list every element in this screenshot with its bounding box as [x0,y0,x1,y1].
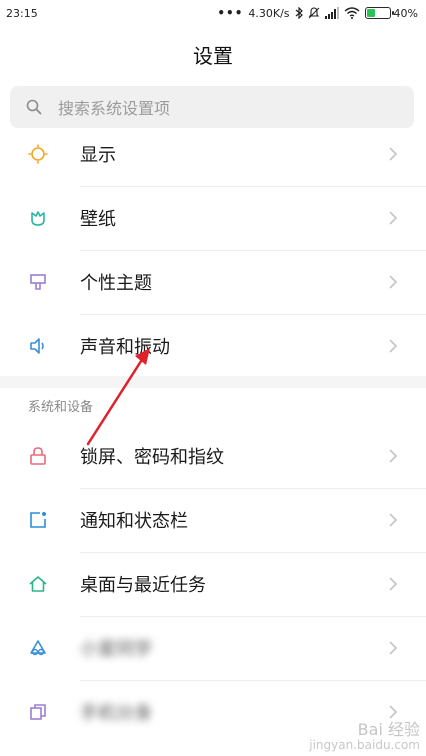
chevron-right-icon [389,705,398,719]
notification-icon [28,510,48,530]
settings-item-label: 通知和状态栏 [80,511,188,532]
chevron-right-icon [389,211,398,225]
wifi-icon [344,7,360,19]
chevron-right-icon [389,641,398,655]
bluetooth-icon [295,7,303,19]
assistant-icon [28,638,48,658]
settings-item-home-screen[interactable]: 桌面与最近任务 [0,552,426,616]
lock-icon [28,446,48,466]
chevron-right-icon [389,147,398,161]
settings-item-display[interactable]: 显示 [0,122,426,186]
chevron-right-icon [389,513,398,527]
battery-fill [366,9,376,17]
settings-item-label: 个性主题 [80,273,152,294]
page-title: 设置 [193,44,233,68]
more-dots-icon: ••• [217,6,244,20]
settings-item-theme[interactable]: 个性主题 [0,250,426,314]
battery-icon [364,7,394,19]
settings-item-notifications[interactable]: 通知和状态栏 [0,488,426,552]
theme-icon [28,272,48,292]
status-time: 23:15 [6,6,38,20]
settings-item-lockscreen[interactable]: 锁屏、密码和指纹 [0,424,426,488]
settings-item-label: 显示 [80,145,116,166]
settings-item-label: 手机分身 [80,703,152,724]
watermark-logo: Bai 经验 [357,720,420,740]
chevron-right-icon [389,577,398,591]
settings-item-label: 壁纸 [80,209,116,230]
status-bar: 23:15 ••• 4.30K/s 40% [0,0,426,26]
battery-percent: 40% [393,6,418,20]
status-icons: ••• 4.30K/s 40% [217,6,418,20]
settings-item-label: 声音和振动 [80,337,170,358]
chevron-right-icon [389,275,398,289]
settings-item-label: 锁屏、密码和指纹 [80,447,224,468]
home-icon [28,574,48,594]
settings-item-assistant[interactable]: 小爱同学 [0,616,426,680]
settings-item-label: 小爱同学 [80,639,152,660]
network-speed: 4.30K/s [248,6,290,20]
settings-item-sound[interactable]: 声音和振动 [0,314,426,378]
settings-item-wallpaper[interactable]: 壁纸 [0,186,426,250]
watermark: Bai 经验 jingyan.baidu.com [309,721,420,752]
search-placeholder: 搜索系统设置项 [58,99,171,118]
wallpaper-icon [28,208,48,228]
signal-icon [324,7,339,19]
chevron-right-icon [389,339,398,353]
speaker-icon [28,336,48,356]
battery-indicator: 40% [364,6,418,20]
second-space-icon [28,702,48,722]
section-gap [0,376,426,388]
chevron-right-icon [389,449,398,463]
settings-item-label: 桌面与最近任务 [80,575,206,596]
section-header-system: 系统和设备 [28,400,94,415]
brightness-icon [28,144,48,164]
mute-icon [308,7,319,19]
watermark-url: jingyan.baidu.com [309,737,420,752]
search-icon [26,99,42,115]
